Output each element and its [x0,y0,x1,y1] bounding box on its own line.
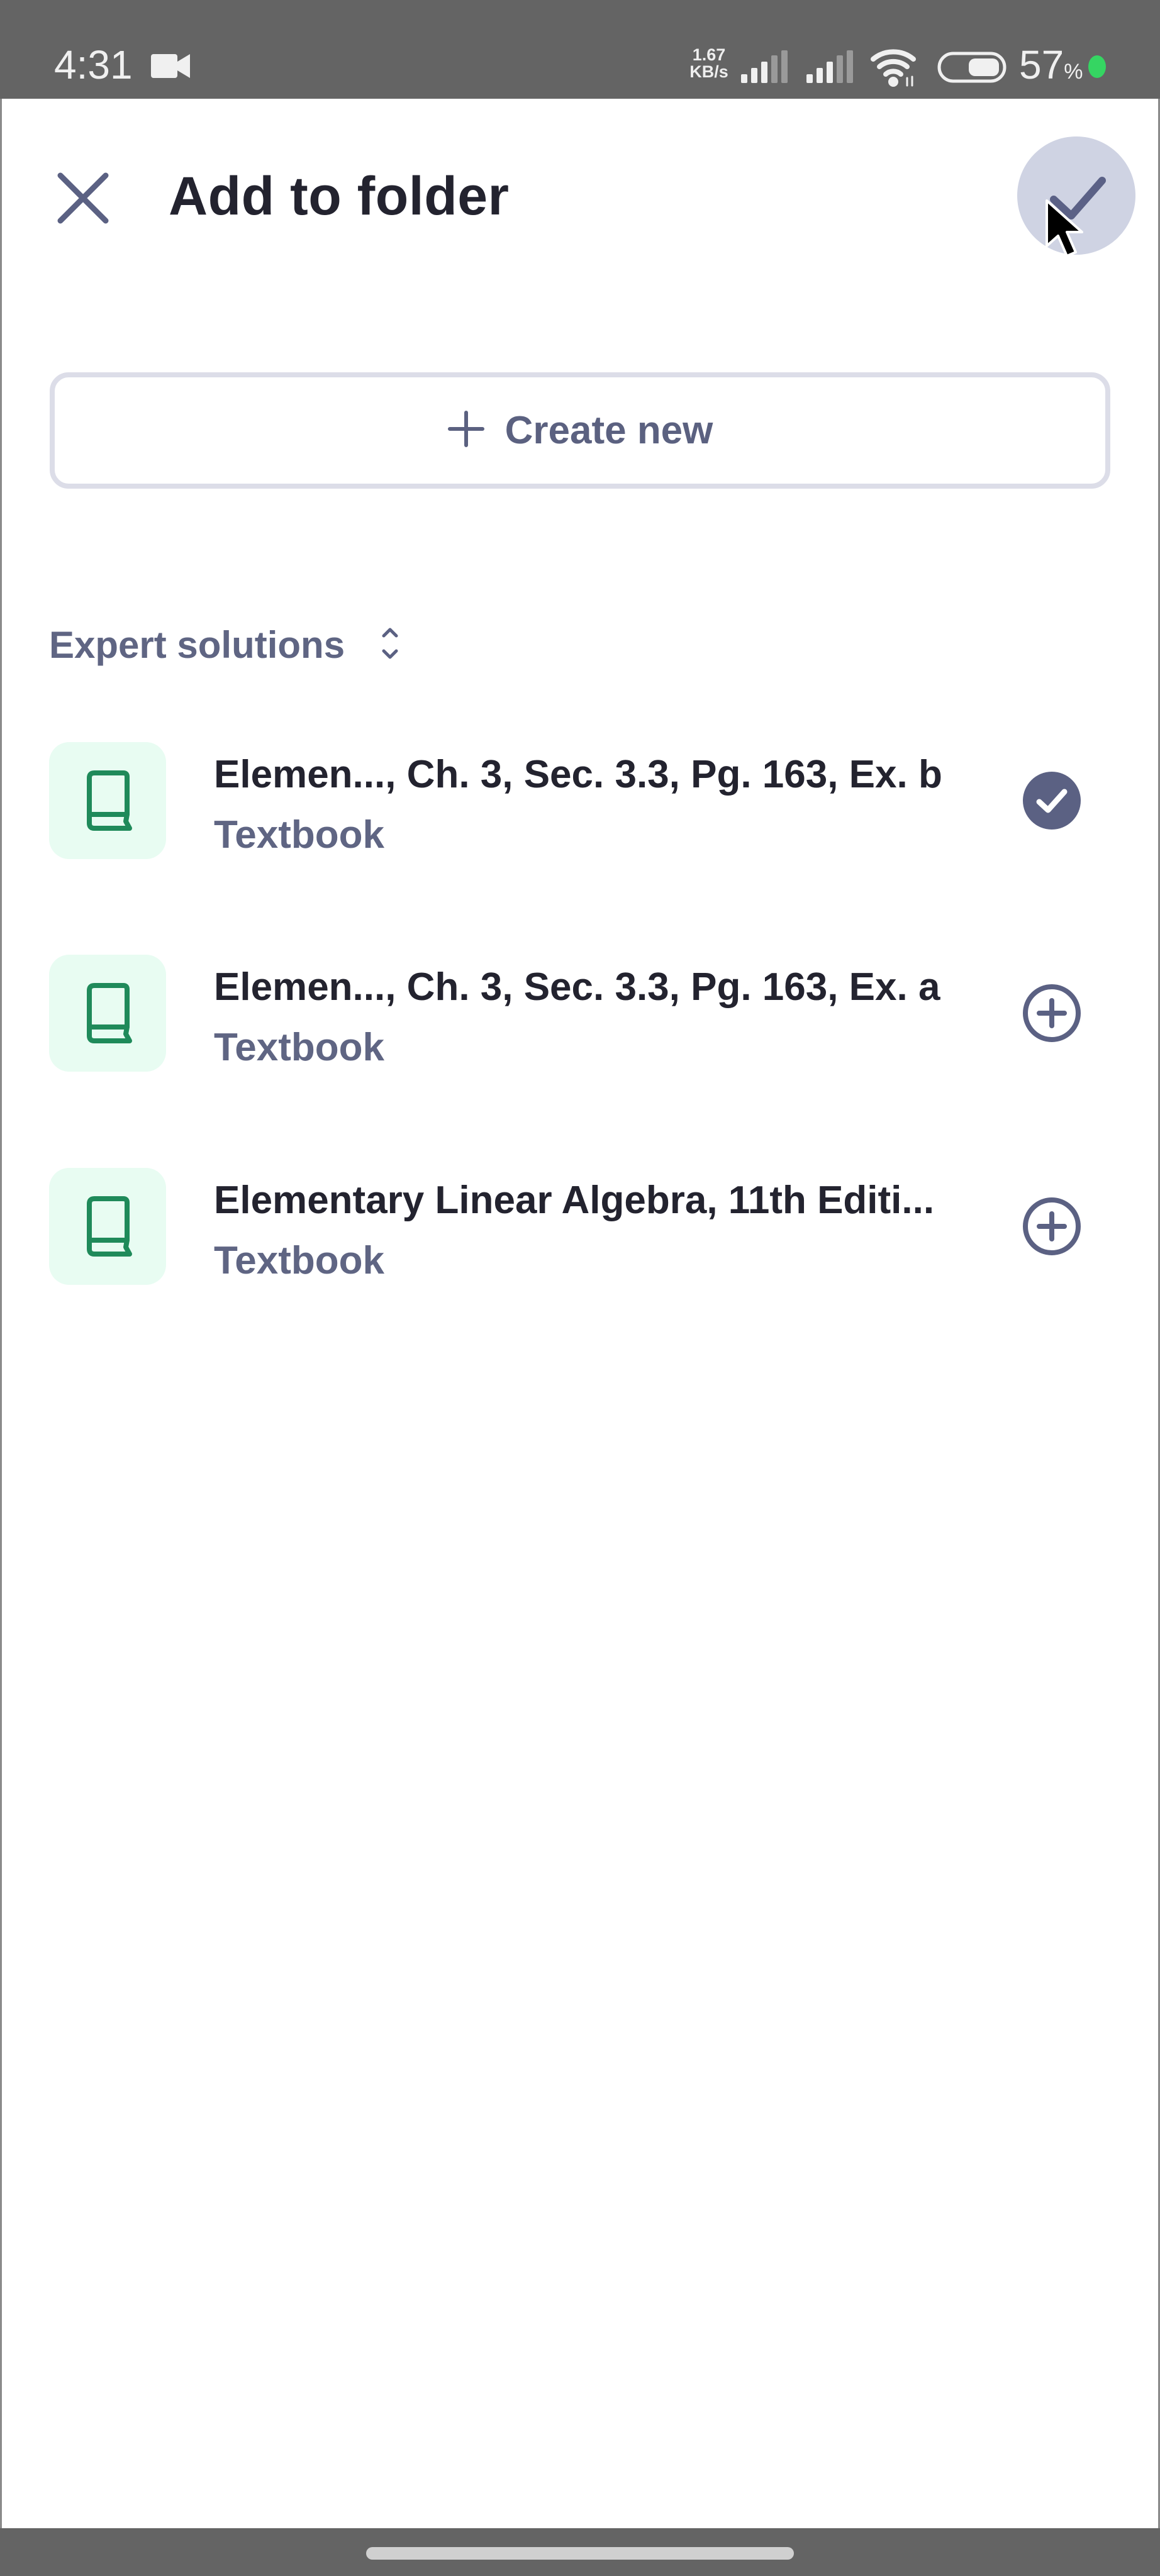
network-speed: 1.67 KB/s [686,47,732,80]
add-toggle[interactable] [1020,982,1083,1045]
create-new-label: Create new [505,409,713,452]
system-navigation-bar [0,2528,1160,2576]
plus-circle-icon [1023,984,1081,1042]
create-new-button[interactable]: Create new [50,372,1110,489]
book-icon [87,1196,132,1257]
page-title: Add to folder [169,166,510,226]
section-label: Expert solutions [49,623,345,666]
item-icon-tile [49,1168,166,1285]
book-icon [87,770,132,831]
plus-circle-icon [1023,1197,1081,1255]
item-title: Elemen..., Ch. 3, Sec. 3.3, Pg. 163, Ex.… [214,965,940,1009]
privacy-indicator-dot [1088,55,1106,78]
item-title: Elementary Linear Algebra, 11th Editi... [214,1179,935,1222]
section-header-expert-solutions[interactable]: Expert solutions [49,619,401,670]
network-speed-unit: KB/s [689,62,728,81]
battery-percent: 57% [1019,43,1083,94]
check-circle-filled-icon [1023,772,1081,830]
video-camera-icon [151,53,191,82]
close-icon [57,172,109,224]
network-speed-value: 1.67 [692,45,726,64]
list-item[interactable]: Elemen..., Ch. 3, Sec. 3.3, Pg. 163, Ex.… [0,953,1160,1073]
item-subtitle: Textbook [214,1026,384,1069]
battery-percent-sign: % [1064,60,1083,84]
item-icon-tile [49,742,166,859]
book-icon [87,983,132,1043]
item-subtitle: Textbook [214,1239,384,1282]
battery-icon [937,52,1008,86]
status-bar: 4:31 1.67 KB/s 57% [0,0,1160,99]
sort-chevrons-icon[interactable] [379,626,401,664]
list-item[interactable]: Elementary Linear Algebra, 11th Editi...… [0,1167,1160,1286]
battery-percent-value: 57 [1019,42,1064,87]
plus-icon [447,410,485,451]
item-icon-tile [49,955,166,1072]
mouse-cursor-icon [1044,198,1088,264]
added-toggle[interactable] [1020,769,1083,832]
status-time: 4:31 [54,42,133,87]
home-indicator[interactable] [366,2547,794,2560]
close-button[interactable] [52,167,114,230]
add-toggle[interactable] [1020,1195,1083,1258]
signal-bars-icon [805,50,858,86]
signal-bars-icon [740,50,793,86]
add-to-folder-screen: Add to folder Create new Expert solution… [0,99,1160,2528]
item-subtitle: Textbook [214,813,384,857]
list-item[interactable]: Elemen..., Ch. 3, Sec. 3.3, Pg. 163, Ex.… [0,741,1160,860]
item-title: Elemen..., Ch. 3, Sec. 3.3, Pg. 163, Ex.… [214,753,942,796]
wifi-icon [869,47,921,90]
